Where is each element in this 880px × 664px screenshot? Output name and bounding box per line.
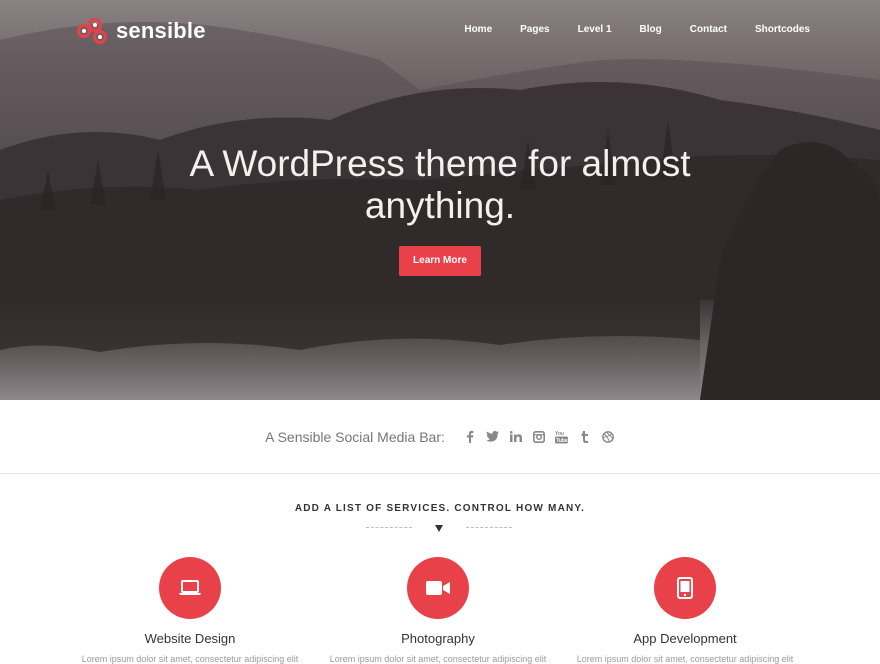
logo-icon [77, 18, 107, 44]
service-name: App Development [633, 631, 737, 646]
nav-item-shortcodes[interactable]: Shortcodes [755, 24, 810, 35]
facebook-icon[interactable] [463, 430, 477, 444]
tumblr-icon[interactable] [578, 430, 592, 444]
social-media-bar: A Sensible Social Media Bar: You Tube [0, 400, 880, 474]
divider-line-left [366, 527, 412, 528]
social-bar-label: A Sensible Social Media Bar: [265, 428, 445, 445]
nav-item-level-1[interactable]: Level 1 [578, 24, 612, 35]
hero-section: sensible Home Pages Level 1 Blog Contact… [0, 0, 880, 400]
site-logo[interactable]: sensible [76, 14, 206, 48]
service-description: Lorem ipsum dolor sit amet, consectetur … [576, 654, 794, 664]
tablet-icon [677, 577, 693, 599]
dribbble-icon[interactable] [601, 430, 615, 444]
hero-title: A WordPress theme for almost anything. [0, 143, 880, 227]
video-camera-icon [426, 581, 450, 595]
hero-title-line-2: anything. [364, 185, 516, 226]
service-icon-circle [407, 557, 469, 619]
services-heading: ADD A LIST OF SERVICES. CONTROL HOW MANY… [294, 503, 586, 514]
learn-more-button[interactable]: Learn More [399, 246, 481, 276]
service-card-website-design: Website Design Lorem ipsum dolor sit ame… [70, 557, 310, 664]
nav-item-blog[interactable]: Blog [640, 24, 662, 35]
service-name: Website Design [144, 631, 236, 646]
service-card-app-development: App Development Lorem ipsum dolor sit am… [565, 557, 805, 664]
hero-title-line-1: A WordPress theme for almost [189, 143, 691, 184]
social-icons: You Tube [463, 430, 615, 444]
section-divider [366, 522, 514, 534]
divider-line-right [466, 527, 512, 528]
nav-item-home[interactable]: Home [464, 24, 492, 35]
site-header: sensible Home Pages Level 1 Blog Contact… [0, 0, 880, 62]
service-card-photography: Photography Lorem ipsum dolor sit amet, … [318, 557, 558, 664]
linkedin-icon[interactable] [509, 430, 523, 444]
service-name: Photography [401, 631, 475, 646]
svg-text:Tube: Tube [557, 438, 569, 444]
laptop-icon [179, 580, 201, 595]
main-nav: Home Pages Level 1 Blog Contact Shortcod… [436, 24, 810, 35]
nav-item-pages[interactable]: Pages [520, 24, 549, 35]
service-icon-circle [654, 557, 716, 619]
twitter-icon[interactable] [486, 430, 500, 444]
nav-item-contact[interactable]: Contact [690, 24, 727, 35]
service-description: Lorem ipsum dolor sit amet, consectetur … [81, 654, 299, 664]
youtube-icon[interactable]: You Tube [555, 430, 569, 444]
svg-text:You: You [555, 431, 564, 437]
logo-text: sensible [116, 18, 206, 43]
chevron-down-icon [435, 525, 443, 532]
service-description: Lorem ipsum dolor sit amet, consectetur … [329, 654, 547, 664]
service-icon-circle [159, 557, 221, 619]
instagram-icon[interactable] [532, 430, 546, 444]
